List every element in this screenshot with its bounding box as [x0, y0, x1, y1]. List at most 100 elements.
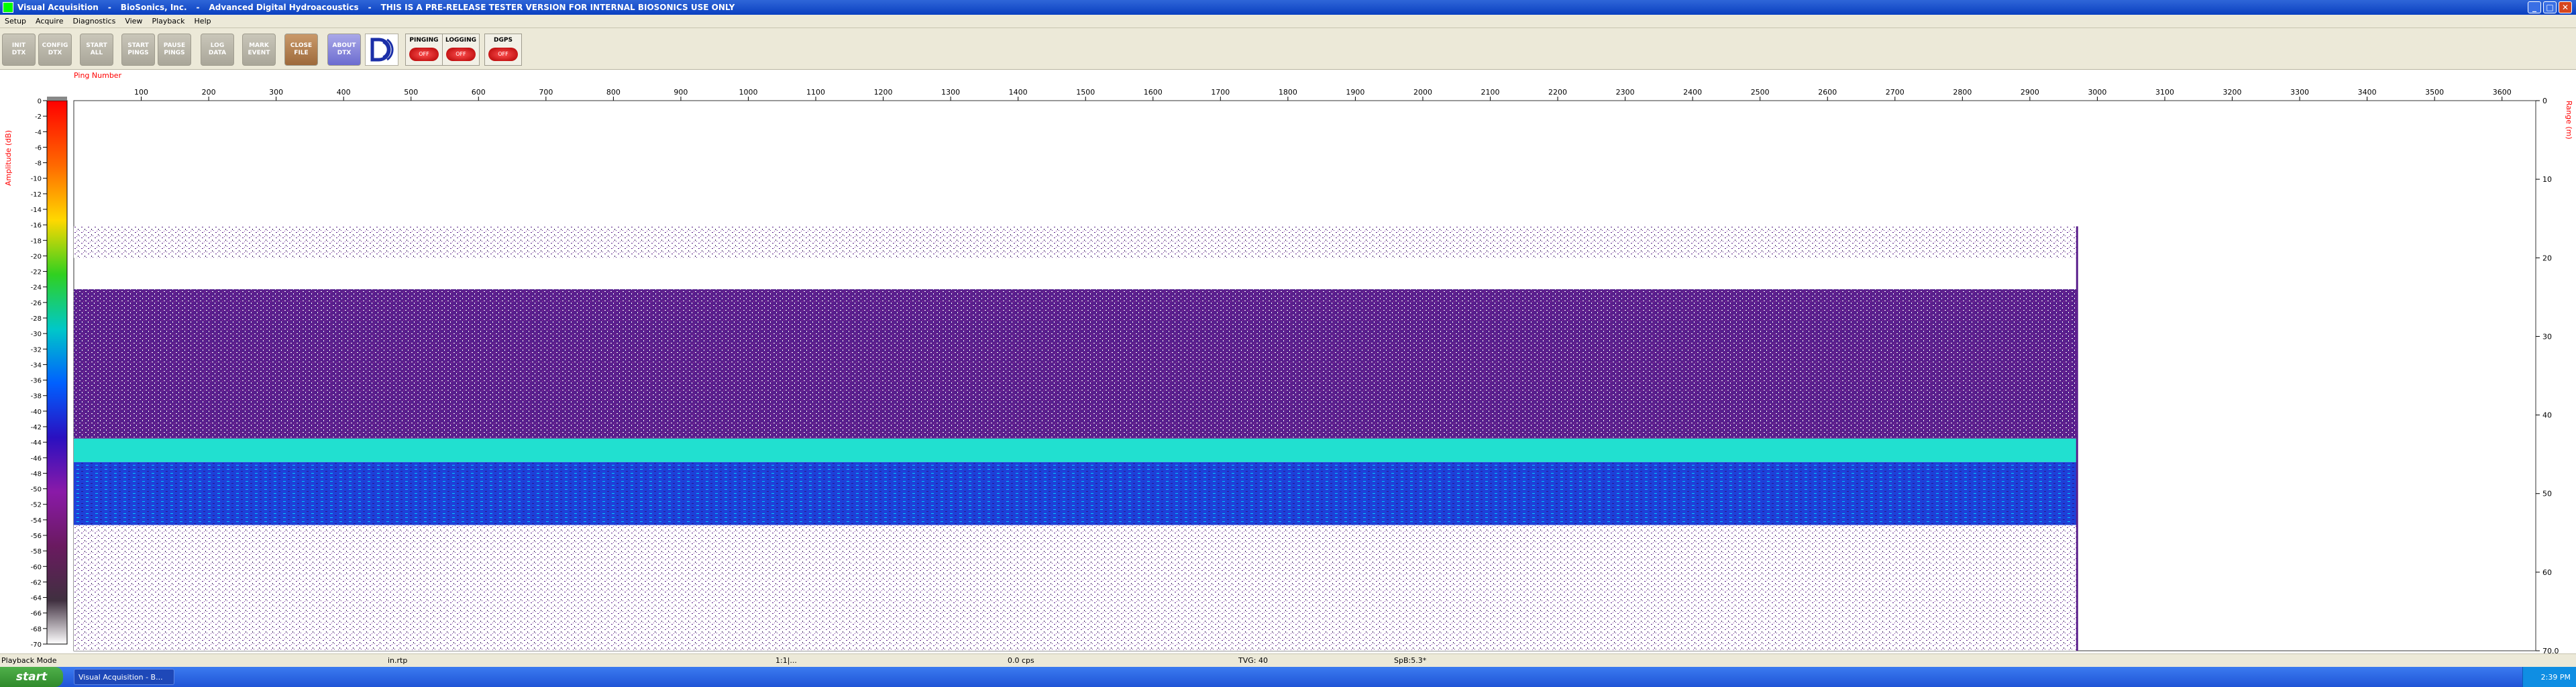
- x-tick-label: 1100: [806, 88, 825, 97]
- colorbar-tick-label: -16: [31, 222, 42, 229]
- taskbar: start Visual Acquisition - B... 2:39 PM: [0, 667, 2576, 687]
- status-file: in.rtp: [388, 656, 408, 665]
- ping-number-label: Ping Number: [74, 71, 122, 80]
- x-tick-label: 3200: [2223, 88, 2242, 97]
- range-tick-label: 20: [2542, 254, 2552, 262]
- x-tick-label: 2600: [1818, 88, 1837, 97]
- colorbar-tick-label: -42: [31, 424, 42, 431]
- status-tvg: TVG: 40: [1238, 656, 1268, 665]
- dgps-indicator: DGPS OFF: [484, 34, 522, 66]
- range-tick-label: 10: [2542, 175, 2552, 184]
- biosonics-logo: [365, 34, 398, 66]
- range-axis-label: Range (m): [2565, 101, 2573, 140]
- colorbar-tick-label: -26: [31, 300, 42, 307]
- taskbar-item-visual-acquisition[interactable]: Visual Acquisition - B...: [74, 669, 174, 685]
- colorbar-tick-label: -22: [31, 269, 42, 276]
- config-dtx-button[interactable]: CONFIG DTX: [38, 34, 72, 66]
- colorbar-tick-label: -52: [31, 502, 42, 509]
- colorbar-tick-label: 0: [38, 98, 42, 105]
- colorbar-tick-label: -18: [31, 237, 42, 245]
- title-tagline: Advanced Digital Hydroacoustics: [209, 3, 359, 12]
- range-tick-label: 50: [2542, 490, 2552, 498]
- colorbar-tick-label: -6: [35, 144, 42, 152]
- about-dtx-button[interactable]: ABOUT DTX: [327, 34, 361, 66]
- echogram-chart: Amplitude (dB) 0 -2 -4 -6 -8 -10 -12 -14 -16 -18 -…: [4, 71, 2573, 653]
- start-button[interactable]: start: [0, 667, 63, 687]
- init-dtx-button[interactable]: INIT DTX: [2, 34, 36, 66]
- colorbar-tick-label: -54: [31, 517, 42, 525]
- range-tick-label: 60: [2542, 568, 2552, 577]
- logging-indicator: LOGGING OFF: [442, 34, 480, 66]
- range-tick-label: 70.0: [2542, 647, 2559, 653]
- colorbar: Amplitude (dB) 0 -2 -4 -6 -8 -10 -12 -14 -16 -18 -…: [4, 97, 68, 649]
- band-cyan-layer: [74, 438, 2078, 462]
- range-tick-label: 40: [2542, 411, 2552, 420]
- colorbar-tick-label: -66: [31, 611, 42, 618]
- colorbar-tick-label: -50: [31, 486, 42, 494]
- colorbar-tick-label: -62: [31, 579, 42, 586]
- x-tick-label: 400: [337, 88, 351, 97]
- start-all-button[interactable]: START ALL: [80, 34, 113, 66]
- x-tick-label: 700: [539, 88, 553, 97]
- pause-pings-button[interactable]: PAUSE PINGS: [158, 34, 191, 66]
- toolbar: INIT DTX CONFIG DTX START ALL START PINGS PA…: [0, 28, 2576, 70]
- status-mode: Playback Mode: [1, 656, 57, 665]
- minimize-button[interactable]: _: [2528, 1, 2541, 13]
- menu-diagnostics[interactable]: Diagnostics: [68, 17, 120, 25]
- start-pings-button[interactable]: START PINGS: [121, 34, 155, 66]
- x-tick-label: 2800: [1953, 88, 1972, 97]
- log-data-button[interactable]: LOG DATA: [201, 34, 234, 66]
- band-surface-noise: [74, 226, 2078, 258]
- x-tick-label: 600: [472, 88, 486, 97]
- menu-bar: Setup Acquire Diagnostics View Playback …: [0, 15, 2576, 28]
- colorbar-tick-label: -12: [31, 191, 42, 199]
- menu-view[interactable]: View: [120, 17, 147, 25]
- colorbar-tick-label: -56: [31, 533, 42, 540]
- colorbar-tick-label: -24: [31, 284, 42, 292]
- range-tick-label: 30: [2542, 332, 2552, 341]
- x-tick-label: 1500: [1076, 88, 1095, 97]
- x-tick-label: 1200: [874, 88, 893, 97]
- x-tick-label: 3100: [2155, 88, 2174, 97]
- colorbar-tick-label: -64: [31, 595, 42, 602]
- status-bar: Playback Mode in.rtp 1:1|... 0.0 cps TVG…: [0, 653, 2576, 667]
- x-tick-label: 1000: [739, 88, 757, 97]
- x-tick-label: 1400: [1009, 88, 1028, 97]
- x-tick-label: 2100: [1481, 88, 1500, 97]
- mark-event-button[interactable]: MARK EVENT: [242, 34, 276, 66]
- colorbar-tick-label: -38: [31, 393, 42, 401]
- maximize-button[interactable]: □: [2543, 1, 2557, 13]
- clock: 2:39 PM: [2540, 672, 2571, 682]
- menu-help[interactable]: Help: [190, 17, 216, 25]
- menu-playback[interactable]: Playback: [147, 17, 189, 25]
- colorbar-tick-label: -34: [31, 362, 42, 369]
- colorbar-tick-label: -36: [31, 378, 42, 385]
- x-tick-label: 500: [404, 88, 418, 97]
- echogram-plot: 100 200 300 400 500 600 700 800 900 1000 1100 1200 1…: [73, 71, 2573, 653]
- x-tick-label: 1700: [1211, 88, 1230, 97]
- menu-acquire[interactable]: Acquire: [31, 17, 68, 25]
- x-tick-label: 3600: [2493, 88, 2512, 97]
- status-ratio: 1:1|...: [775, 656, 797, 665]
- close-file-button[interactable]: CLOSE FILE: [284, 34, 318, 66]
- x-tick-label: 3000: [2088, 88, 2106, 97]
- x-tick-label: 800: [606, 88, 621, 97]
- colorbar-tick-label: -30: [31, 331, 42, 338]
- title-app: Visual Acquisition: [17, 3, 99, 12]
- colorbar-tick-label: -46: [31, 455, 42, 462]
- band-blue-layer: [74, 462, 2078, 525]
- x-tick-label: 3500: [2425, 88, 2444, 97]
- menu-setup[interactable]: Setup: [0, 17, 31, 25]
- range-tick-label: 0: [2542, 97, 2547, 105]
- x-tick-label: 1800: [1279, 88, 1297, 97]
- x-tick-label: 2300: [1616, 88, 1635, 97]
- x-tick-label: 2200: [1548, 88, 1567, 97]
- x-tick-label: 200: [202, 88, 216, 97]
- x-tick-label: 3300: [2290, 88, 2309, 97]
- pinging-indicator: PINGING OFF: [405, 34, 443, 66]
- close-button[interactable]: ✕: [2559, 1, 2572, 13]
- colorbar-tick-label: -14: [31, 207, 42, 214]
- title-bar: Visual Acquisition - BioSonics, Inc. - A…: [0, 0, 2576, 15]
- colorbar-tick-label: -2: [35, 113, 42, 121]
- x-tick-label: 1600: [1144, 88, 1163, 97]
